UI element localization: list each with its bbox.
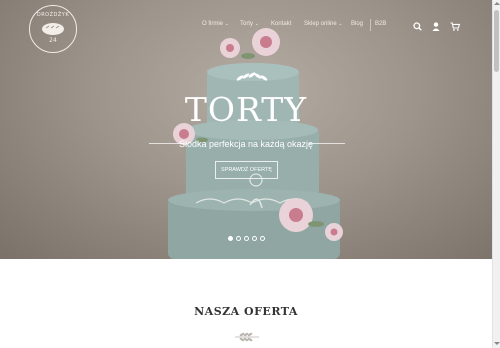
scroll-down-arrow-icon[interactable] [494, 342, 500, 345]
search-icon[interactable] [413, 22, 422, 31]
chevron-down-icon: ⌄ [338, 21, 343, 27]
scroll-up-arrow-icon[interactable] [494, 2, 500, 5]
chevron-down-icon: ⌄ [224, 21, 229, 27]
nav-item-torty[interactable]: Torty ⌄ [240, 21, 259, 27]
hero-slider: DROŻDŻYK 24 O firmie ⌄ Torty ⌄ Kontakt S… [0, 0, 492, 259]
nav-item-sklep-online[interactable]: Sklep online ⌄ [304, 21, 343, 27]
hero-title: TORTY [184, 90, 308, 129]
check-offer-button[interactable]: SPRAWDŹ OFERTĘ [215, 161, 278, 179]
cart-icon[interactable] [450, 22, 460, 31]
brand-logo[interactable]: DROŻDŻYK 24 [29, 5, 77, 53]
slide-dot-5[interactable] [260, 236, 265, 241]
slide-dot-3[interactable] [244, 236, 249, 241]
vertical-scrollbar[interactable] [492, 0, 500, 348]
wheat-icon [235, 332, 259, 342]
nav-item-o-firmie[interactable]: O firmie ⌄ [202, 21, 229, 27]
section-title: NASZA OFERTA [194, 305, 298, 318]
scrollbar-thumb[interactable] [494, 10, 499, 72]
user-icon[interactable] [432, 22, 440, 31]
logo-sub: 24 [49, 37, 57, 44]
nav-divider [370, 19, 371, 31]
nav-label: Sklep online [304, 21, 337, 27]
bread-icon: 24 [42, 23, 64, 44]
nav-item-blog[interactable]: Blog [351, 21, 363, 27]
decor-line [309, 143, 345, 144]
nav-label: O firmie [202, 21, 223, 27]
nav-item-b2b[interactable]: B2B [375, 21, 386, 27]
nav-item-kontakt[interactable]: Kontakt [271, 21, 291, 27]
nav-label: Torty [240, 21, 254, 27]
hero-subtitle: Słodka perfekcja na każdą okazję [178, 139, 314, 149]
slide-dot-4[interactable] [252, 236, 257, 241]
top-navigation: DROŻDŻYK 24 O firmie ⌄ Torty ⌄ Kontakt S… [0, 0, 492, 55]
slide-dot-1[interactable] [228, 236, 233, 241]
slide-dot-2[interactable] [236, 236, 241, 241]
chevron-down-icon: ⌄ [254, 21, 259, 27]
